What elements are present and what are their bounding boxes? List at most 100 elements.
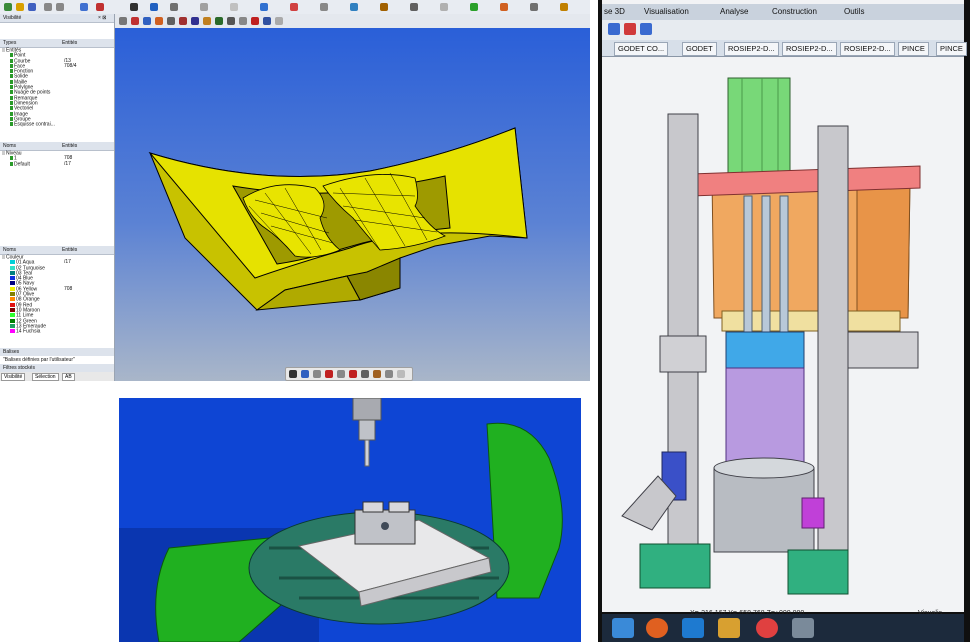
menu-visualisation[interactable]: Visualisation — [644, 7, 689, 16]
view-icon[interactable] — [130, 3, 138, 11]
tool-icon[interactable] — [624, 23, 636, 35]
close-icon[interactable]: × ⊠ — [98, 14, 107, 22]
pin-icon[interactable] — [349, 370, 357, 378]
select-icon[interactable] — [170, 3, 178, 11]
chamfer-icon[interactable] — [530, 3, 538, 11]
wireframe-icon[interactable] — [167, 17, 175, 25]
tree-item[interactable]: Default/17 — [0, 161, 110, 167]
ie-icon[interactable] — [682, 618, 704, 638]
doc-tab[interactable]: ROSIEP2-D... — [840, 42, 895, 56]
doc-tab[interactable]: PINCE — [898, 42, 929, 56]
arrow-icon[interactable] — [325, 370, 333, 378]
trim-icon[interactable] — [470, 3, 478, 11]
globe-icon[interactable] — [301, 370, 309, 378]
visibility-icon[interactable] — [10, 116, 13, 121]
view-side-icon[interactable] — [143, 17, 151, 25]
doc-tab[interactable]: PINCE — [936, 42, 967, 56]
shaded-icon[interactable] — [191, 17, 199, 25]
cad-viewport-mold[interactable] — [115, 28, 590, 381]
spindle — [352, 398, 382, 421]
snap-icon[interactable] — [385, 370, 393, 378]
cam-simulation-viewport[interactable] — [119, 398, 581, 642]
menu-construction[interactable]: Construction — [772, 7, 817, 16]
tree-item[interactable]: Esquisse contrai... — [0, 122, 110, 127]
rotate-icon[interactable] — [150, 3, 158, 11]
visibility-icon[interactable] — [10, 69, 13, 74]
view-front-icon[interactable] — [119, 17, 127, 25]
cube-icon[interactable] — [263, 17, 271, 25]
doc-tab[interactable]: ROSIEP2-D... — [782, 42, 837, 56]
line-icon[interactable] — [313, 370, 321, 378]
ruler-icon[interactable] — [337, 370, 345, 378]
zoom-icon[interactable] — [80, 3, 88, 11]
view-top-icon[interactable] — [131, 17, 139, 25]
bottom-view-toolbar — [285, 367, 413, 381]
visibility-icon[interactable] — [10, 74, 13, 79]
app-icon[interactable] — [792, 618, 814, 638]
delete-icon[interactable] — [96, 3, 104, 11]
visibility-icon[interactable] — [2, 48, 5, 52]
visibility-icon[interactable] — [10, 79, 13, 84]
settings-icon[interactable] — [560, 3, 568, 11]
start-icon[interactable] — [612, 618, 634, 638]
new-icon[interactable] — [4, 3, 12, 11]
fillet-icon[interactable] — [500, 3, 508, 11]
shade-icon[interactable] — [350, 3, 358, 11]
col-entities: Entités — [62, 143, 78, 149]
tool-icon[interactable] — [608, 23, 620, 35]
menu-outils[interactable]: Outils — [844, 7, 864, 16]
tool-icon[interactable] — [640, 23, 652, 35]
vr-icon[interactable] — [397, 370, 405, 378]
measure-icon[interactable] — [200, 3, 208, 11]
fit-icon[interactable] — [239, 17, 247, 25]
pan-icon[interactable] — [320, 3, 328, 11]
visibility-icon[interactable] — [10, 90, 13, 95]
solid-view-icon[interactable] — [251, 17, 259, 25]
visibility-icon[interactable] — [10, 95, 13, 100]
record-icon[interactable] — [289, 370, 297, 378]
undo-icon[interactable] — [44, 3, 52, 11]
folder-icon[interactable] — [718, 618, 740, 638]
solid-icon[interactable] — [380, 3, 388, 11]
visibility-icon[interactable] — [10, 85, 13, 90]
explode-icon[interactable] — [227, 17, 235, 25]
grid-icon[interactable] — [230, 3, 238, 11]
tab-ab[interactable]: AB — [62, 373, 75, 381]
curve-icon[interactable] — [410, 3, 418, 11]
light-icon[interactable] — [275, 17, 283, 25]
dimension-icon[interactable] — [373, 370, 381, 378]
redo-icon[interactable] — [56, 3, 64, 11]
visibility-icon[interactable] — [10, 100, 13, 105]
visibility-icon[interactable] — [10, 156, 13, 161]
render-icon[interactable] — [203, 17, 211, 25]
tab-selection[interactable]: Sélection — [32, 373, 59, 381]
doc-tab[interactable]: ROSIEP2-D... — [724, 42, 779, 56]
visibility-icon[interactable] — [10, 58, 13, 63]
assembly-viewport[interactable] — [602, 56, 964, 610]
menu-analyse[interactable]: Analyse — [720, 7, 748, 16]
visibility-icon[interactable] — [10, 122, 13, 127]
visibility-icon[interactable] — [10, 63, 13, 68]
doc-tab[interactable]: GODET — [682, 42, 717, 56]
open-icon[interactable] — [16, 3, 24, 11]
visibility-icon[interactable] — [10, 106, 13, 111]
visibility-icon[interactable] — [10, 111, 13, 116]
visibility-icon[interactable] — [2, 151, 5, 155]
visibility-icon[interactable] — [2, 255, 5, 259]
save-icon[interactable] — [28, 3, 36, 11]
firefox-icon[interactable] — [646, 618, 668, 638]
text-icon[interactable] — [361, 370, 369, 378]
tab-visibilite[interactable]: Visibilité — [1, 373, 26, 381]
chrome-icon[interactable] — [756, 618, 778, 638]
menu-3d[interactable]: se 3D — [604, 7, 625, 16]
color-icon[interactable] — [290, 3, 298, 11]
layer-icon[interactable] — [260, 3, 268, 11]
visibility-icon[interactable] — [10, 53, 13, 58]
surface-icon[interactable] — [440, 3, 448, 11]
doc-tab[interactable]: GODET CO... — [614, 42, 669, 56]
section-icon[interactable] — [215, 17, 223, 25]
visibility-icon[interactable] — [10, 161, 13, 166]
hidden-line-icon[interactable] — [179, 17, 187, 25]
view-iso-icon[interactable] — [155, 17, 163, 25]
tree-item[interactable]: 14 Fuchsia — [0, 329, 110, 334]
